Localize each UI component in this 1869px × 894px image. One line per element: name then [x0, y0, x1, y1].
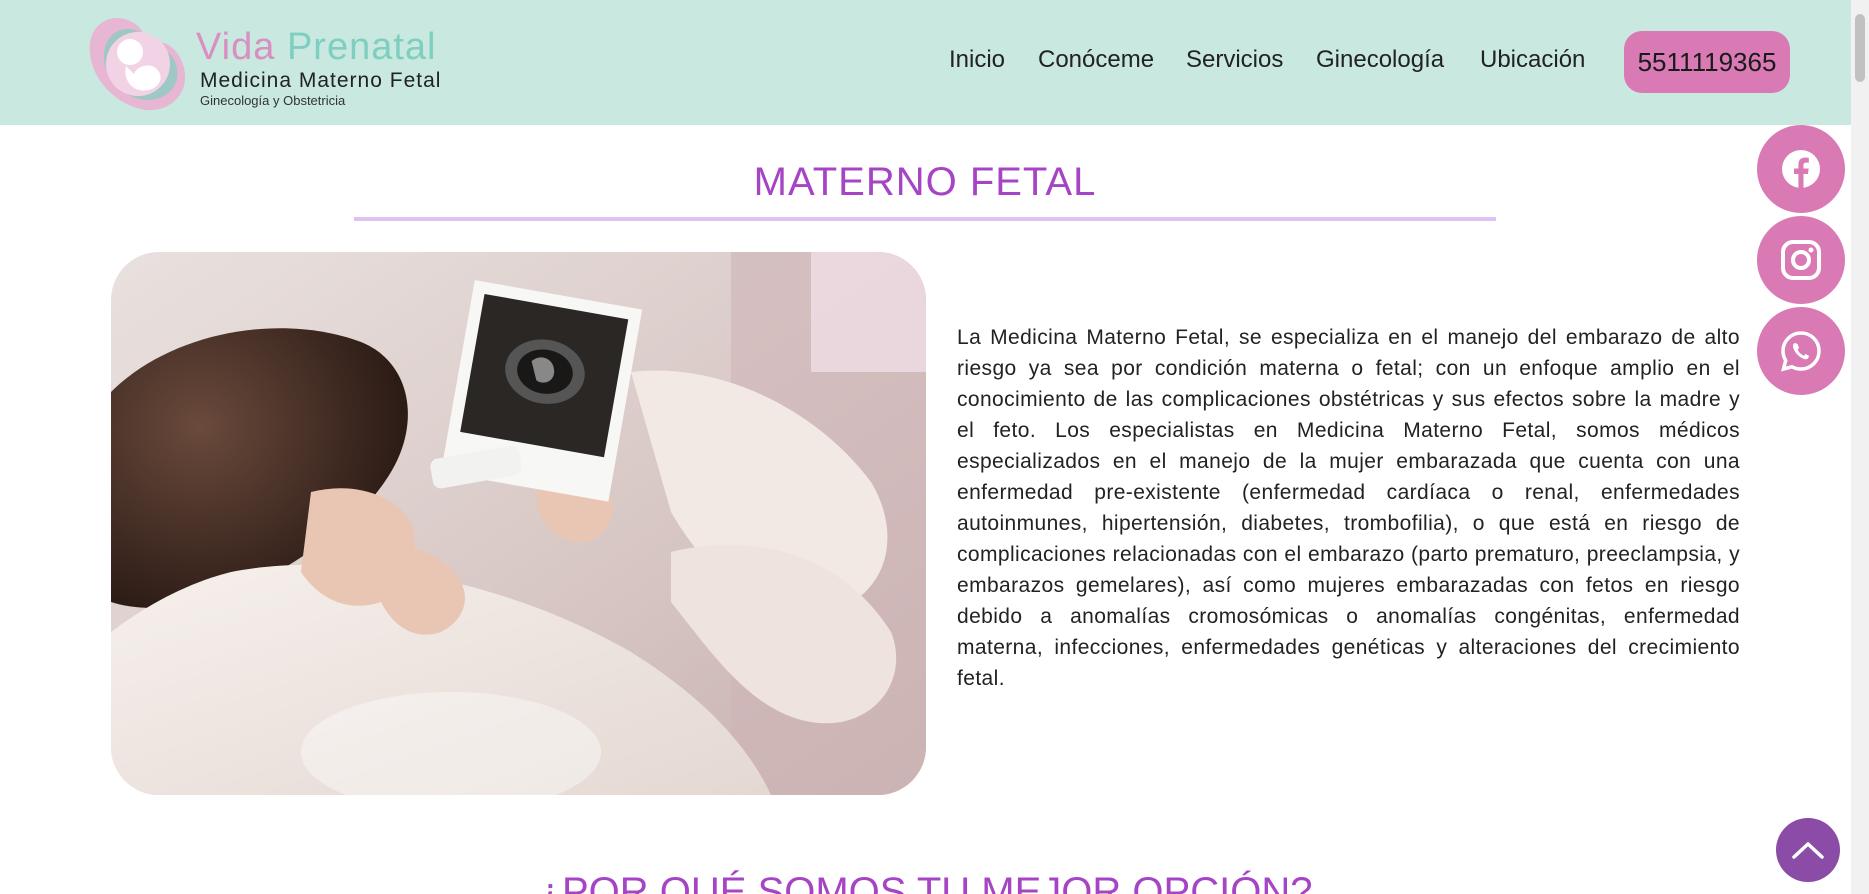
logo-title-part1: Vida: [196, 26, 287, 68]
scrollbar[interactable]: [1851, 0, 1869, 894]
nav-ginecologia[interactable]: Ginecología: [1316, 46, 1444, 74]
logo[interactable]: Vida Prenatal Medicina Materno Fetal Gin…: [86, 8, 466, 118]
chevron-up-icon: [1792, 842, 1824, 859]
facebook-icon: [1782, 150, 1820, 188]
logo-fetus-icon: [89, 18, 186, 111]
logo-title-part2: Prenatal: [286, 26, 437, 68]
whatsapp-icon: [1781, 331, 1821, 372]
site-header: Vida Prenatal Medicina Materno Fetal Gin…: [0, 0, 1851, 125]
phone-button[interactable]: 5511119365: [1624, 31, 1790, 93]
nav-ubicacion[interactable]: Ubicación: [1480, 46, 1585, 74]
logo-tagline: Ginecología y Obstetricia: [200, 93, 346, 108]
ultrasound-photo: [111, 252, 926, 795]
title-divider: [354, 217, 1496, 221]
scrollbar-thumb[interactable]: [1855, 14, 1865, 82]
nav-inicio[interactable]: Inicio: [949, 46, 1005, 74]
whatsapp-button[interactable]: [1757, 307, 1845, 395]
instagram-icon: [1781, 240, 1821, 280]
instagram-button[interactable]: [1757, 216, 1845, 304]
next-section-title: ¿POR QUÉ SOMOS TU MEJOR OPCIÓN?: [537, 870, 1313, 894]
facebook-button[interactable]: [1757, 125, 1845, 213]
nav-conoceme[interactable]: Conóceme: [1038, 46, 1154, 74]
back-to-top-button[interactable]: [1776, 818, 1840, 882]
section-title: MATERNO FETAL: [753, 160, 1097, 204]
description-paragraph: La Medicina Materno Fetal, se especializ…: [957, 326, 1740, 690]
ultrasound-photo-illustration: [111, 252, 926, 795]
nav-servicios[interactable]: Servicios: [1186, 46, 1283, 74]
logo-title: Vida Prenatal: [196, 26, 436, 69]
logo-subtitle: Medicina Materno Fetal: [200, 69, 442, 92]
